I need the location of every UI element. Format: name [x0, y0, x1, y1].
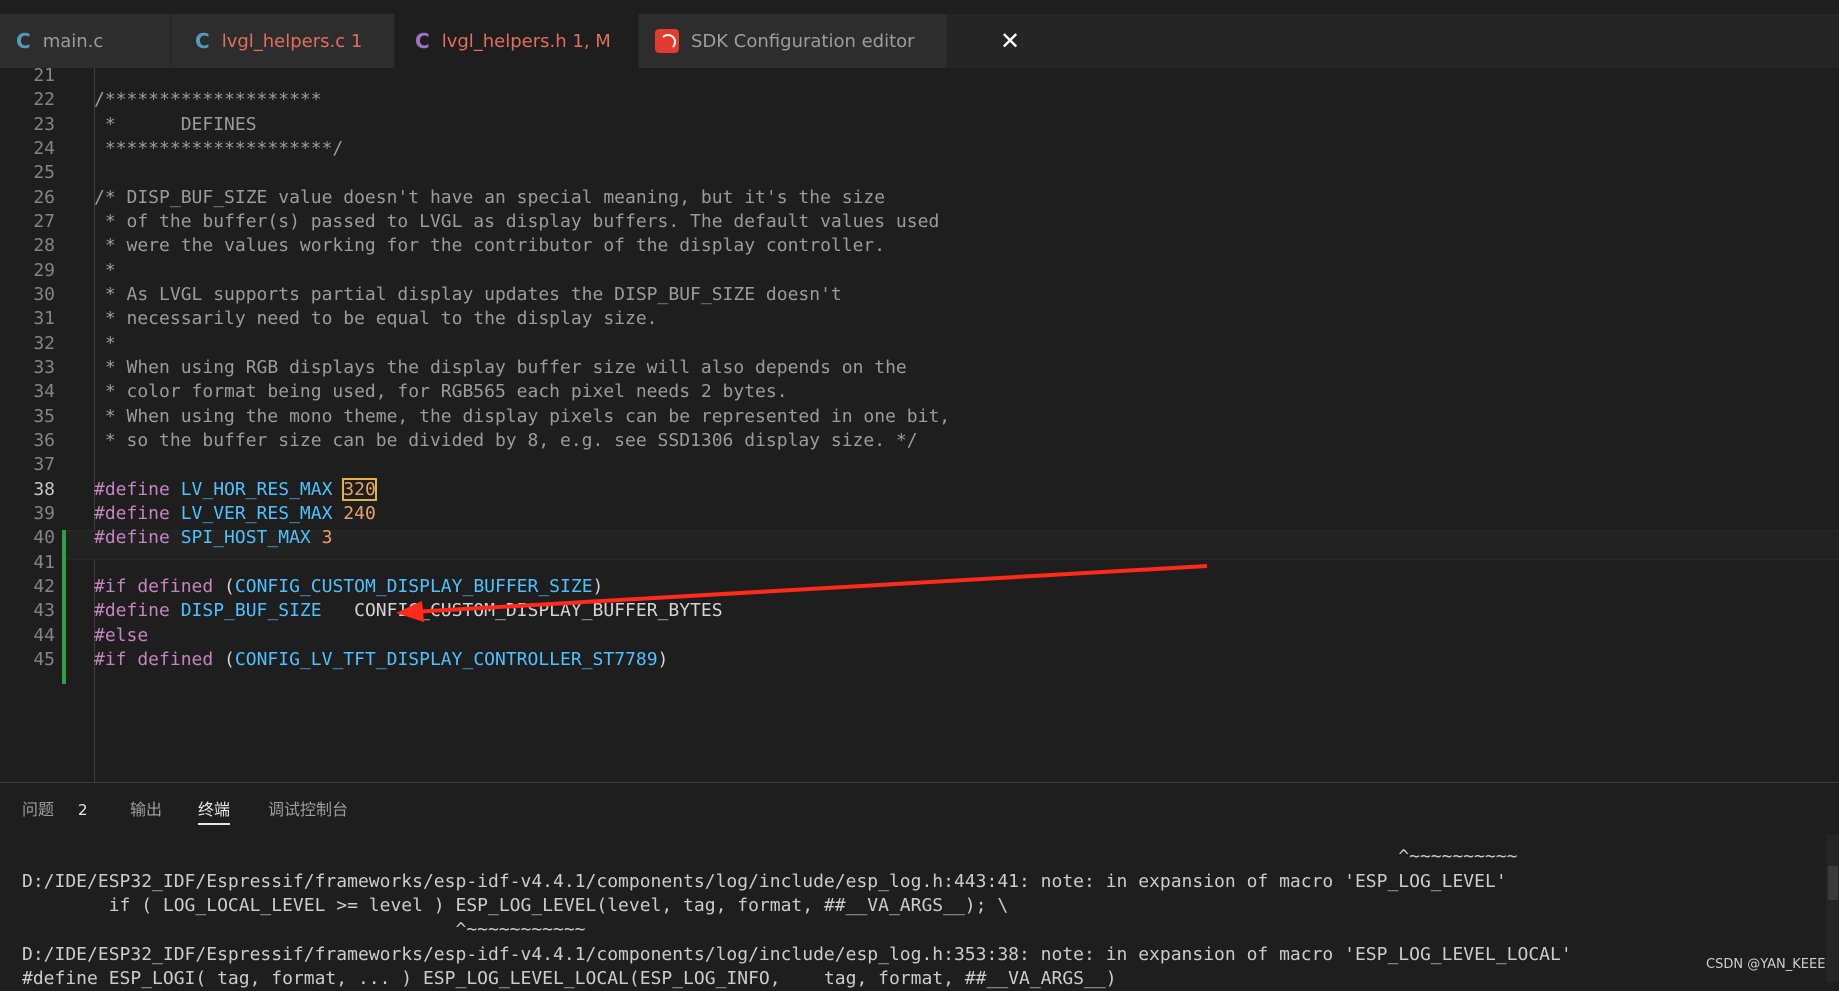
- terminal-scrollbar-thumb[interactable]: [1828, 866, 1838, 900]
- comment-text: * necessarily need to be equal to the di…: [94, 308, 658, 330]
- preprocessor-keyword: #define: [94, 478, 170, 500]
- comment-text: * When using the mono theme, the display…: [94, 405, 951, 427]
- preprocessor-keyword: #define: [94, 527, 170, 549]
- code-editor[interactable]: 21 22/******************** 23 * DEFINES 24 …: [0, 68, 1839, 782]
- tab-terminal[interactable]: 终端: [198, 797, 231, 825]
- tab-output[interactable]: 输出: [130, 797, 162, 823]
- tab-lvgl-helpers-c[interactable]: C lvgl_helpers.c 1: [171, 14, 394, 68]
- watermark: CSDN @YAN_KEEE: [1706, 957, 1826, 972]
- terminal-line: #define ESP_LOGI( tag, format, ... ) ESP…: [22, 968, 1117, 989]
- number-literal: 240: [343, 502, 376, 524]
- tab-lvgl-helpers-h[interactable]: C lvgl_helpers.h 1, M ✕: [395, 14, 1020, 68]
- punctuation: (: [213, 575, 235, 597]
- tab-main-c[interactable]: C main.c: [0, 14, 170, 68]
- macro-name: LV_HOR_RES_MAX: [180, 478, 333, 500]
- terminal-line: D:/IDE/ESP32_IDF/Espressif/frameworks/es…: [22, 871, 1507, 892]
- macro-name: SPI_HOST_MAX: [180, 527, 311, 549]
- tab-problems[interactable]: 问题: [22, 797, 54, 823]
- comment-text: * As LVGL supports partial display updat…: [94, 284, 842, 305]
- macro-value: CONFIG_CUSTOM_DISPLAY_BUFFER_BYTES: [321, 600, 723, 622]
- code-line[interactable]: 45 #if defined (CONFIG_LV_TFT_DISPLAY_CON…: [0, 646, 1839, 674]
- comment-text: * so the buffer size can be divided by 8…: [94, 429, 918, 451]
- comment-text: * DEFINES: [94, 113, 257, 135]
- preprocessor-keyword: #define: [94, 600, 170, 622]
- editor-tab-bar: C main.c C lvgl_helpers.c 1 C lvgl_helpe…: [0, 14, 1839, 68]
- tab-label: SDK Configuration editor: [691, 30, 915, 52]
- punctuation: ): [592, 575, 604, 597]
- comment-text: /* DISP_BUF_SIZE value doesn't have an s…: [94, 186, 886, 208]
- macro-name: LV_VER_RES_MAX: [180, 502, 333, 524]
- c-file-icon: C: [16, 29, 31, 53]
- terminal-line: D:/IDE/ESP32_IDF/Espressif/frameworks/es…: [22, 944, 1572, 965]
- c-file-icon: C: [195, 29, 210, 53]
- comment-text: /********************: [94, 89, 322, 111]
- comment-text: *********************/: [94, 138, 344, 159]
- tab-label: main.c: [42, 30, 104, 52]
- comment-text: *: [94, 332, 116, 354]
- comment-text: *: [94, 259, 116, 281]
- h-file-icon: C: [415, 29, 430, 53]
- comment-text: * of the buffer(s) passed to LVGL as dis…: [94, 211, 940, 232]
- comment-text: * color format being used, for RGB565 ea…: [94, 381, 788, 403]
- line-number: 45: [33, 648, 55, 670]
- comment-text: * When using RGB displays the display bu…: [94, 357, 907, 378]
- problems-count-badge: 2: [78, 801, 88, 819]
- code-text: #if defined (CONFIG_LV_TFT_DISPLAY_CONTR…: [94, 646, 668, 674]
- punctuation: ): [657, 648, 669, 670]
- terminal-line: ^~~~~~~~~~~: [22, 846, 1518, 867]
- macro-name: CONFIG_CUSTOM_DISPLAY_BUFFER_SIZE: [234, 575, 593, 597]
- tab-label: lvgl_helpers.h 1, M: [441, 30, 611, 52]
- close-icon[interactable]: ✕: [1000, 27, 1020, 55]
- preprocessor-keyword: #else: [94, 624, 149, 646]
- window-top-strip: [0, 0, 1839, 14]
- tab-debug-console[interactable]: 调试控制台: [268, 797, 348, 823]
- macro-name: CONFIG_LV_TFT_DISPLAY_CONTROLLER_ST7789: [234, 648, 658, 670]
- punctuation: (: [213, 648, 235, 670]
- tab-sdk-config-editor[interactable]: SDK Configuration editor: [639, 14, 947, 68]
- espressif-logo-icon: [655, 29, 679, 53]
- terminal-scrollbar[interactable]: [1826, 835, 1839, 982]
- tab-label: lvgl_helpers.c 1: [221, 30, 363, 52]
- number-literal: 3: [321, 527, 333, 549]
- comment-text: * were the values working for the contri…: [94, 235, 886, 257]
- terminal-line: ^~~~~~~~~~~~: [22, 919, 586, 940]
- preprocessor-keyword: #define: [94, 502, 170, 524]
- terminal-line: if ( LOG_LOCAL_LEVEL >= level ) ESP_LOG_…: [22, 895, 1009, 916]
- preprocessor-keyword: #if defined: [94, 648, 214, 670]
- macro-name: DISP_BUF_SIZE: [180, 600, 322, 622]
- preprocessor-keyword: #if defined: [94, 575, 214, 597]
- number-literal: 320: [342, 477, 377, 501]
